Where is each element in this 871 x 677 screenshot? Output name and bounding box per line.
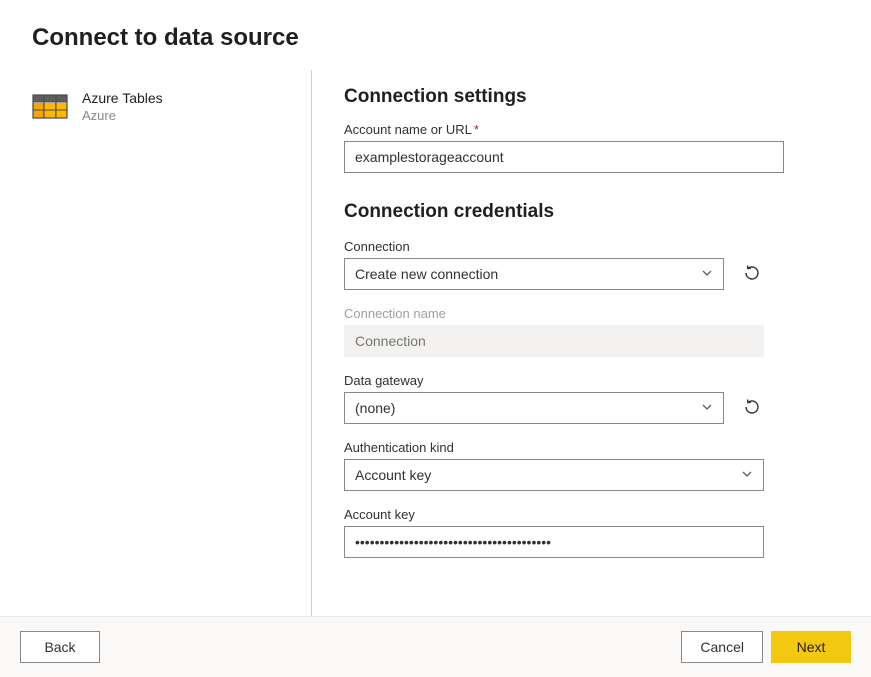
connection-select[interactable]: Create new connection — [344, 258, 724, 290]
connection-name-label: Connection name — [344, 306, 764, 321]
gateway-label: Data gateway — [344, 373, 724, 388]
back-button[interactable]: Back — [20, 631, 100, 663]
source-panel: Azure Tables Azure — [32, 70, 312, 616]
connection-settings-heading: Connection settings — [344, 86, 839, 108]
account-key-label: Account key — [344, 507, 764, 522]
connection-name-input — [344, 325, 764, 357]
cancel-button[interactable]: Cancel — [681, 631, 763, 663]
gateway-select-value: (none) — [355, 400, 395, 416]
dialog-footer: Back Cancel Next — [0, 616, 871, 677]
connection-credentials-heading: Connection credentials — [344, 201, 839, 223]
auth-kind-select[interactable]: Account key — [344, 459, 764, 491]
gateway-select[interactable]: (none) — [344, 392, 724, 424]
next-button[interactable]: Next — [771, 631, 851, 663]
auth-kind-select-value: Account key — [355, 467, 431, 483]
connection-select-value: Create new connection — [355, 266, 498, 282]
azure-tables-icon — [32, 90, 68, 126]
gateway-refresh-button[interactable] — [740, 392, 764, 424]
account-url-label: Account name or URL* — [344, 122, 784, 137]
source-name-label: Azure Tables — [82, 90, 163, 108]
account-url-input[interactable] — [344, 141, 784, 173]
auth-kind-label: Authentication kind — [344, 440, 764, 455]
chevron-down-icon — [701, 266, 713, 282]
chevron-down-icon — [741, 467, 753, 483]
refresh-icon — [743, 264, 761, 285]
refresh-icon — [743, 398, 761, 419]
source-vendor-label: Azure — [82, 108, 163, 124]
connection-refresh-button[interactable] — [740, 258, 764, 290]
account-key-input[interactable] — [344, 526, 764, 558]
connection-label: Connection — [344, 239, 724, 254]
page-title: Connect to data source — [32, 24, 839, 52]
chevron-down-icon — [701, 400, 713, 416]
